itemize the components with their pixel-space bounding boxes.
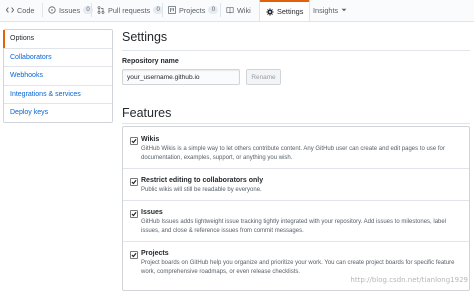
tab-divider bbox=[162, 3, 163, 17]
feature-title: Projects bbox=[141, 250, 169, 257]
tab-issues[interactable]: Issues 0 bbox=[48, 2, 94, 18]
projects-count-badge: 0 bbox=[208, 6, 219, 14]
sidebar-item-collaborators[interactable]: Collaborators bbox=[4, 47, 112, 67]
feature-divider bbox=[123, 200, 469, 201]
issue-icon bbox=[48, 6, 56, 14]
feature-description: Project boards on GitHub help you organi… bbox=[141, 260, 455, 275]
tab-code[interactable]: Code bbox=[6, 2, 34, 18]
settings-sidebar: Options Collaborators Webhooks Integrati… bbox=[3, 29, 113, 123]
features-panel: Wikis GitHub Wikis is a simple way to le… bbox=[122, 126, 470, 291]
repository-name-input[interactable] bbox=[122, 69, 240, 85]
sidebar-item-options[interactable]: Options bbox=[3, 30, 112, 48]
sidebar-item-webhooks[interactable]: Webhooks bbox=[4, 66, 112, 85]
tab-settings[interactable]: Settings bbox=[259, 0, 311, 21]
code-icon bbox=[6, 7, 14, 13]
feature-title: Issues bbox=[141, 209, 163, 216]
feature-title: Restrict editing to collaborators only bbox=[141, 177, 264, 184]
gear-icon bbox=[266, 7, 274, 16]
tab-issues-label: Issues bbox=[59, 5, 81, 15]
tab-wiki-label: Wiki bbox=[237, 5, 251, 15]
checkmark-icon bbox=[131, 179, 137, 185]
page-title: Settings bbox=[122, 30, 168, 44]
feature-description: Public wikis will still be readable by e… bbox=[141, 187, 262, 193]
pull-request-icon bbox=[97, 6, 105, 14]
watermark-text: http://blog.csdn.net/tianlong1929 bbox=[350, 276, 468, 284]
tab-divider bbox=[91, 3, 92, 17]
chevron-down-icon bbox=[341, 8, 347, 12]
rename-button[interactable]: Rename bbox=[246, 69, 281, 85]
tab-pull-requests-label: Pull requests bbox=[108, 5, 151, 15]
tab-settings-label: Settings bbox=[277, 7, 304, 16]
features-divider bbox=[122, 123, 470, 124]
feature-description: GitHub Issues adds lightweight issue tra… bbox=[141, 219, 447, 234]
checkmark-icon bbox=[131, 138, 137, 144]
tab-insights[interactable]: Insights bbox=[313, 2, 347, 18]
checkmark-icon bbox=[131, 252, 137, 258]
tab-projects[interactable]: Projects 0 bbox=[168, 2, 219, 18]
wikis-checkbox[interactable] bbox=[130, 137, 138, 145]
tab-wiki[interactable]: Wiki bbox=[226, 2, 251, 18]
repo-nav-tabs: Code Issues 0 Pull requests 0 Projects 0 bbox=[0, 0, 474, 22]
project-icon bbox=[168, 6, 176, 14]
restrict-editing-checkbox[interactable] bbox=[130, 178, 138, 186]
book-icon bbox=[226, 7, 234, 14]
tab-insights-label: Insights bbox=[313, 5, 339, 15]
tab-divider bbox=[42, 3, 43, 17]
tab-projects-label: Projects bbox=[179, 5, 206, 15]
tab-divider bbox=[220, 3, 221, 17]
checkmark-icon bbox=[131, 211, 137, 217]
repository-name-label: Repository name bbox=[122, 58, 179, 65]
feature-description: GitHub Wikis is a simple way to let othe… bbox=[141, 146, 445, 161]
feature-divider bbox=[123, 241, 469, 242]
sidebar-item-integrations[interactable]: Integrations & services bbox=[4, 84, 112, 104]
sidebar-item-deploy-keys[interactable]: Deploy keys bbox=[4, 103, 112, 122]
feature-divider bbox=[123, 168, 469, 169]
projects-checkbox[interactable] bbox=[130, 251, 138, 259]
issues-checkbox[interactable] bbox=[130, 210, 138, 218]
feature-title: Wikis bbox=[141, 136, 160, 143]
title-divider bbox=[122, 50, 470, 51]
features-heading: Features bbox=[122, 106, 172, 120]
tab-code-label: Code bbox=[17, 5, 35, 15]
tab-pull-requests[interactable]: Pull requests 0 bbox=[97, 2, 164, 18]
